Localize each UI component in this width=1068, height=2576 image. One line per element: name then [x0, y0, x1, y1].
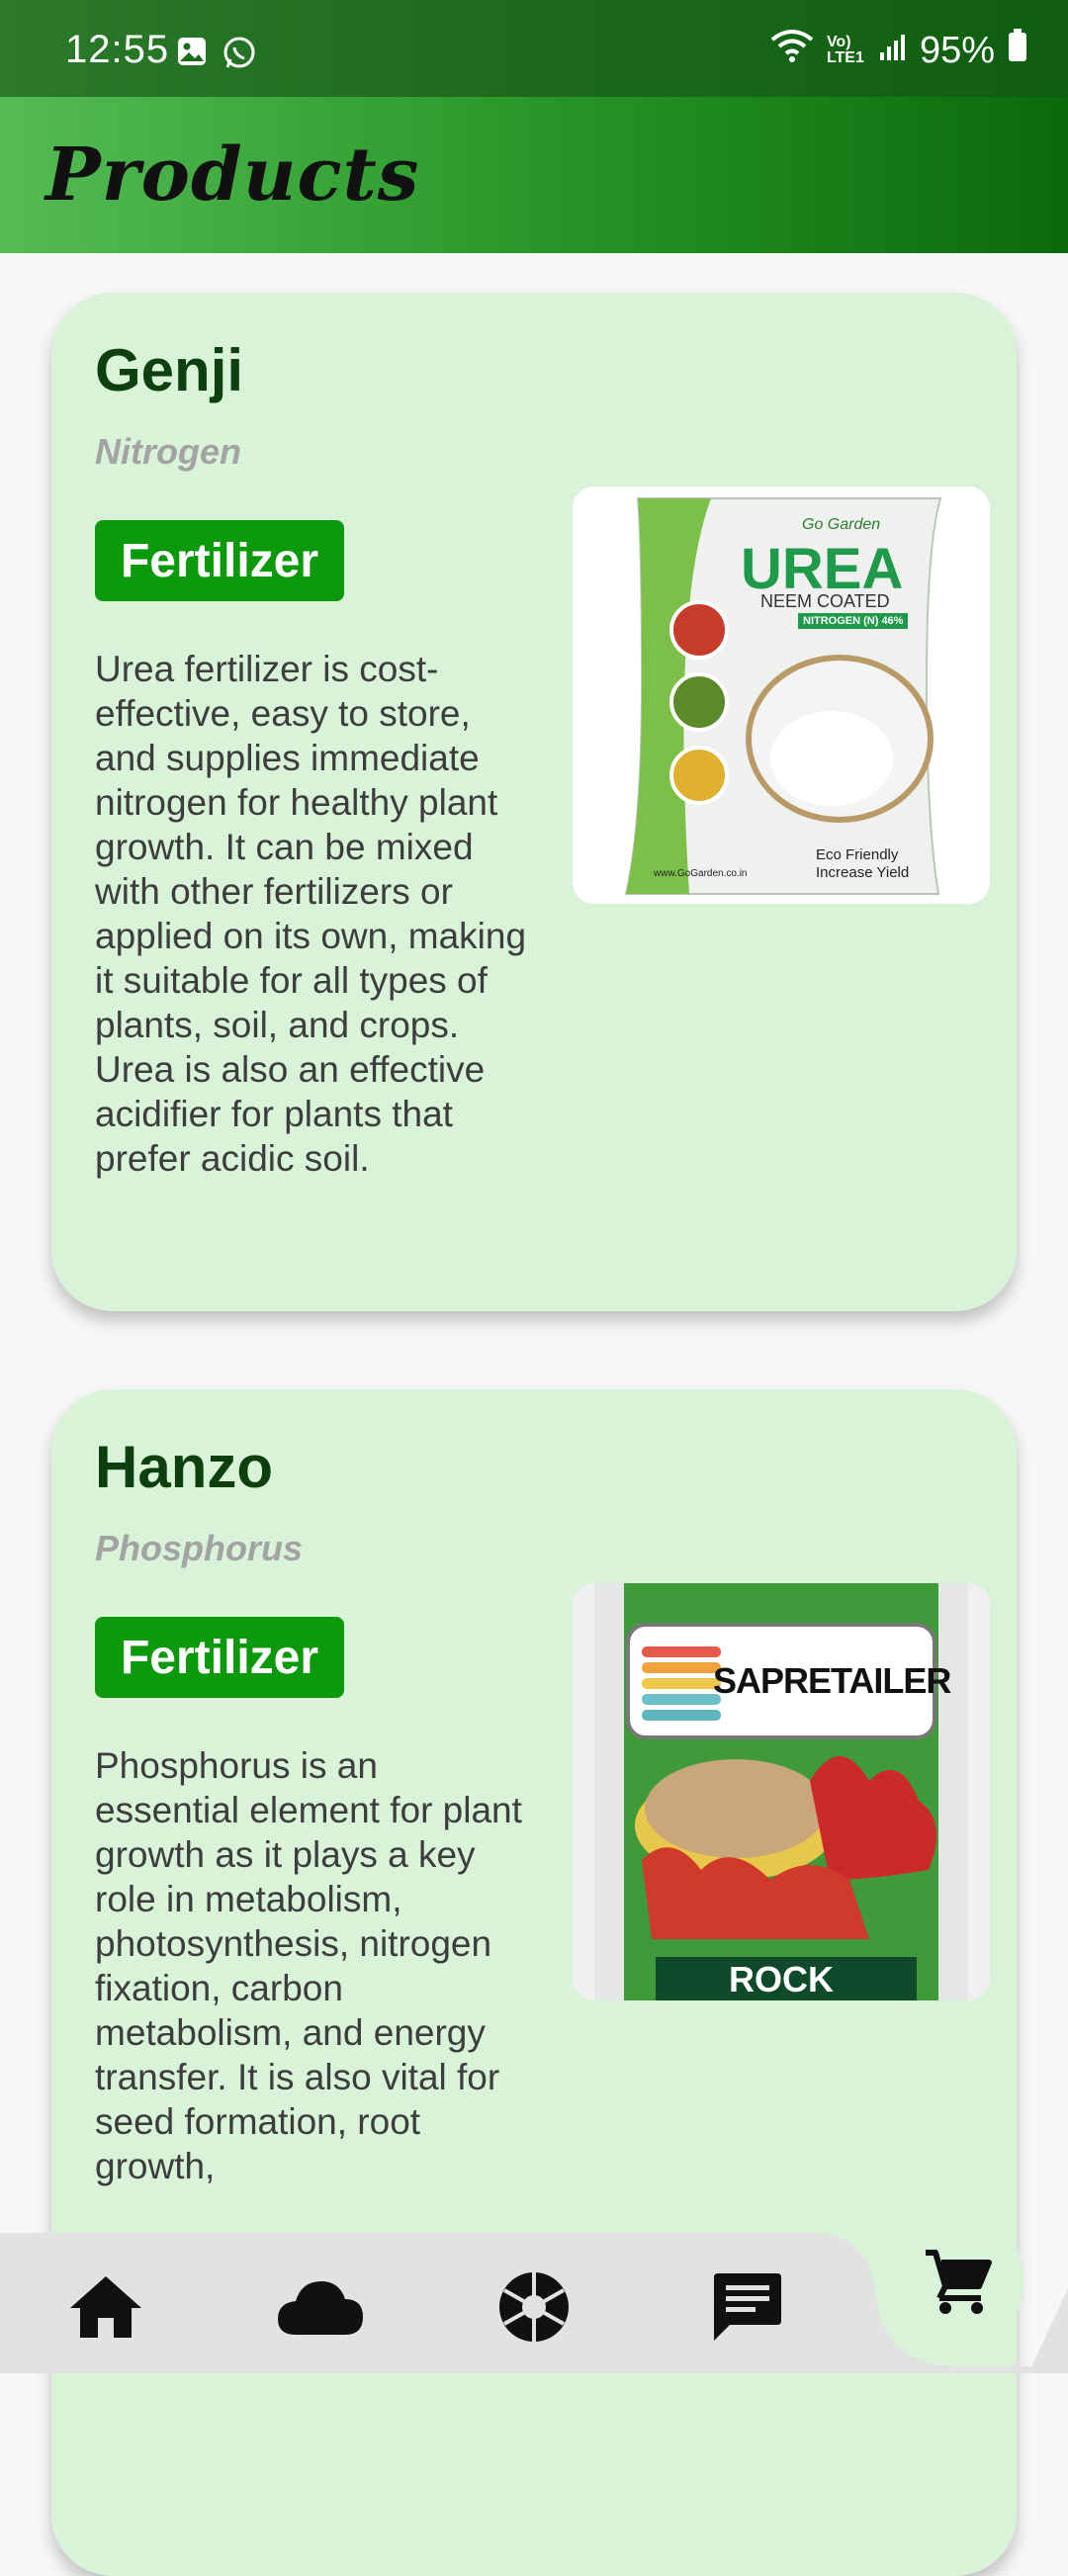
nav-chat[interactable]	[693, 2253, 802, 2361]
product-image-urea: Go Garden UREA NEEM COATED NITROGEN (N) …	[573, 487, 990, 904]
image-brand: SAPRETAILER	[713, 1660, 951, 1701]
whatsapp-icon	[222, 36, 257, 76]
product-nutrient: Nitrogen	[95, 431, 241, 472]
battery-level: 95%	[919, 29, 995, 71]
network-type: Vo) LTE1	[826, 34, 864, 66]
status-bar: 12:55 Vo) LTE1 95%	[0, 0, 1068, 97]
chat-icon	[714, 2273, 781, 2341]
app-header: Products	[0, 97, 1068, 253]
image-label: ROCK	[729, 1959, 834, 1999]
image-brand: Go Garden	[802, 516, 881, 533]
product-name: Genji	[95, 337, 244, 403]
cart-button[interactable]	[892, 2215, 1024, 2348]
product-description: Urea fertilizer is cost-effective, easy …	[95, 649, 527, 1179]
category-badge: Fertilizer	[95, 1617, 344, 1698]
cloud-icon	[278, 2281, 363, 2335]
image-bullet-1: Eco Friendly	[816, 846, 899, 863]
product-name: Hanzo	[95, 1434, 273, 1500]
gallery-icon	[176, 36, 208, 76]
cart-icon	[926, 2250, 992, 2314]
signal-icon	[878, 30, 908, 72]
page-title: Products	[45, 133, 420, 218]
nav-camera[interactable]	[480, 2253, 588, 2361]
image-footer: www.GoGarden.co.in	[654, 868, 748, 879]
home-icon	[70, 2276, 141, 2338]
product-image-rock-phosphate: SAPRETAILER ROCK	[573, 1583, 990, 2000]
product-card[interactable]: Hanzo Phosphorus Fertilizer Phosphorus i…	[51, 1389, 1017, 2576]
status-time: 12:55	[65, 28, 170, 71]
nav-home[interactable]	[51, 2253, 160, 2361]
image-line2: NITROGEN (N) 46%	[798, 613, 909, 629]
product-card[interactable]: Genji Nitrogen Fertilizer Urea fertilize…	[51, 293, 1017, 1311]
product-nutrient: Phosphorus	[95, 1528, 304, 1568]
image-bullet-2: Increase Yield	[816, 864, 910, 881]
category-badge: Fertilizer	[95, 520, 344, 601]
battery-icon	[1007, 28, 1028, 73]
wifi-icon	[769, 28, 815, 73]
nav-weather[interactable]	[266, 2253, 375, 2361]
product-description: Phosphorus is an essential element for p…	[95, 1745, 522, 2186]
camera-aperture-icon	[499, 2272, 569, 2342]
image-line1: NEEM COATED	[760, 591, 890, 611]
